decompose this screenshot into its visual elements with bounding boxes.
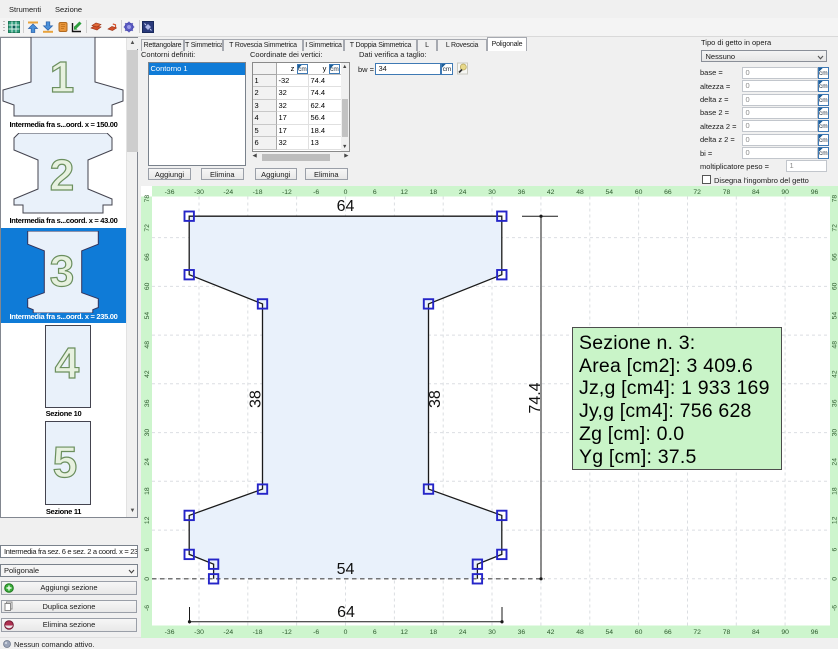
svg-text:60: 60: [635, 629, 643, 636]
svg-text:36: 36: [518, 629, 526, 636]
svg-text:42: 42: [144, 370, 151, 378]
svg-text:90: 90: [781, 629, 789, 636]
svg-text:74.4: 74.4: [527, 382, 544, 413]
svg-text:78: 78: [144, 195, 151, 203]
svg-text:78: 78: [723, 629, 731, 636]
svg-text:66: 66: [664, 629, 672, 636]
svg-text:66: 66: [664, 189, 672, 196]
svg-text:30: 30: [488, 189, 496, 196]
svg-text:38: 38: [427, 390, 444, 408]
svg-text:0: 0: [344, 629, 348, 636]
svg-text:54: 54: [606, 189, 614, 196]
svg-text:78: 78: [723, 189, 731, 196]
svg-text:42: 42: [832, 370, 838, 378]
svg-text:54: 54: [144, 312, 151, 320]
svg-text:24: 24: [832, 458, 838, 466]
svg-text:-18: -18: [253, 189, 263, 196]
svg-text:12: 12: [400, 189, 408, 196]
svg-text:6: 6: [832, 547, 838, 551]
svg-text:64: 64: [337, 604, 355, 621]
svg-text:36: 36: [832, 399, 838, 407]
svg-text:84: 84: [752, 189, 760, 196]
svg-text:72: 72: [144, 224, 151, 232]
svg-text:72: 72: [832, 224, 838, 232]
svg-text:48: 48: [576, 629, 584, 636]
svg-text:0: 0: [832, 577, 838, 581]
svg-text:30: 30: [144, 429, 151, 437]
svg-text:6: 6: [373, 629, 377, 636]
svg-text:64: 64: [337, 198, 355, 215]
svg-text:18: 18: [430, 189, 438, 196]
svg-text:-24: -24: [223, 629, 233, 636]
svg-text:12: 12: [144, 516, 151, 524]
svg-text:54: 54: [832, 312, 838, 320]
svg-text:36: 36: [518, 189, 526, 196]
svg-text:-36: -36: [165, 189, 175, 196]
svg-text:-30: -30: [194, 189, 204, 196]
svg-text:72: 72: [693, 189, 701, 196]
svg-text:-36: -36: [165, 629, 175, 636]
svg-text:84: 84: [752, 629, 760, 636]
svg-text:-6: -6: [832, 605, 838, 611]
svg-text:18: 18: [144, 487, 151, 495]
svg-text:-24: -24: [223, 189, 233, 196]
svg-text:18: 18: [832, 487, 838, 495]
svg-text:24: 24: [459, 189, 467, 196]
svg-text:48: 48: [144, 341, 151, 349]
svg-text:-12: -12: [282, 629, 292, 636]
svg-text:54: 54: [337, 561, 355, 578]
svg-text:24: 24: [144, 458, 151, 466]
svg-text:24: 24: [459, 629, 467, 636]
svg-text:0: 0: [344, 189, 348, 196]
svg-text:96: 96: [811, 189, 819, 196]
svg-text:12: 12: [832, 516, 838, 524]
svg-text:30: 30: [832, 429, 838, 437]
svg-text:6: 6: [373, 189, 377, 196]
svg-text:-12: -12: [282, 189, 292, 196]
svg-text:-6: -6: [313, 629, 319, 636]
svg-text:60: 60: [635, 189, 643, 196]
svg-text:38: 38: [248, 390, 265, 408]
svg-text:60: 60: [144, 282, 151, 290]
svg-text:6: 6: [144, 547, 151, 551]
svg-text:90: 90: [781, 189, 789, 196]
svg-text:-6: -6: [313, 189, 319, 196]
svg-text:42: 42: [547, 629, 555, 636]
svg-text:60: 60: [832, 282, 838, 290]
svg-text:48: 48: [576, 189, 584, 196]
svg-text:42: 42: [547, 189, 555, 196]
svg-text:36: 36: [144, 399, 151, 407]
svg-text:54: 54: [606, 629, 614, 636]
svg-text:66: 66: [832, 253, 838, 261]
svg-text:-18: -18: [253, 629, 263, 636]
svg-text:30: 30: [488, 629, 496, 636]
svg-text:66: 66: [144, 253, 151, 261]
svg-text:48: 48: [832, 341, 838, 349]
svg-text:-30: -30: [194, 629, 204, 636]
svg-text:72: 72: [693, 629, 701, 636]
svg-text:0: 0: [144, 577, 151, 581]
svg-text:78: 78: [832, 195, 838, 203]
svg-text:18: 18: [430, 629, 438, 636]
svg-text:12: 12: [400, 629, 408, 636]
svg-text:96: 96: [811, 629, 819, 636]
svg-text:-6: -6: [144, 605, 151, 611]
